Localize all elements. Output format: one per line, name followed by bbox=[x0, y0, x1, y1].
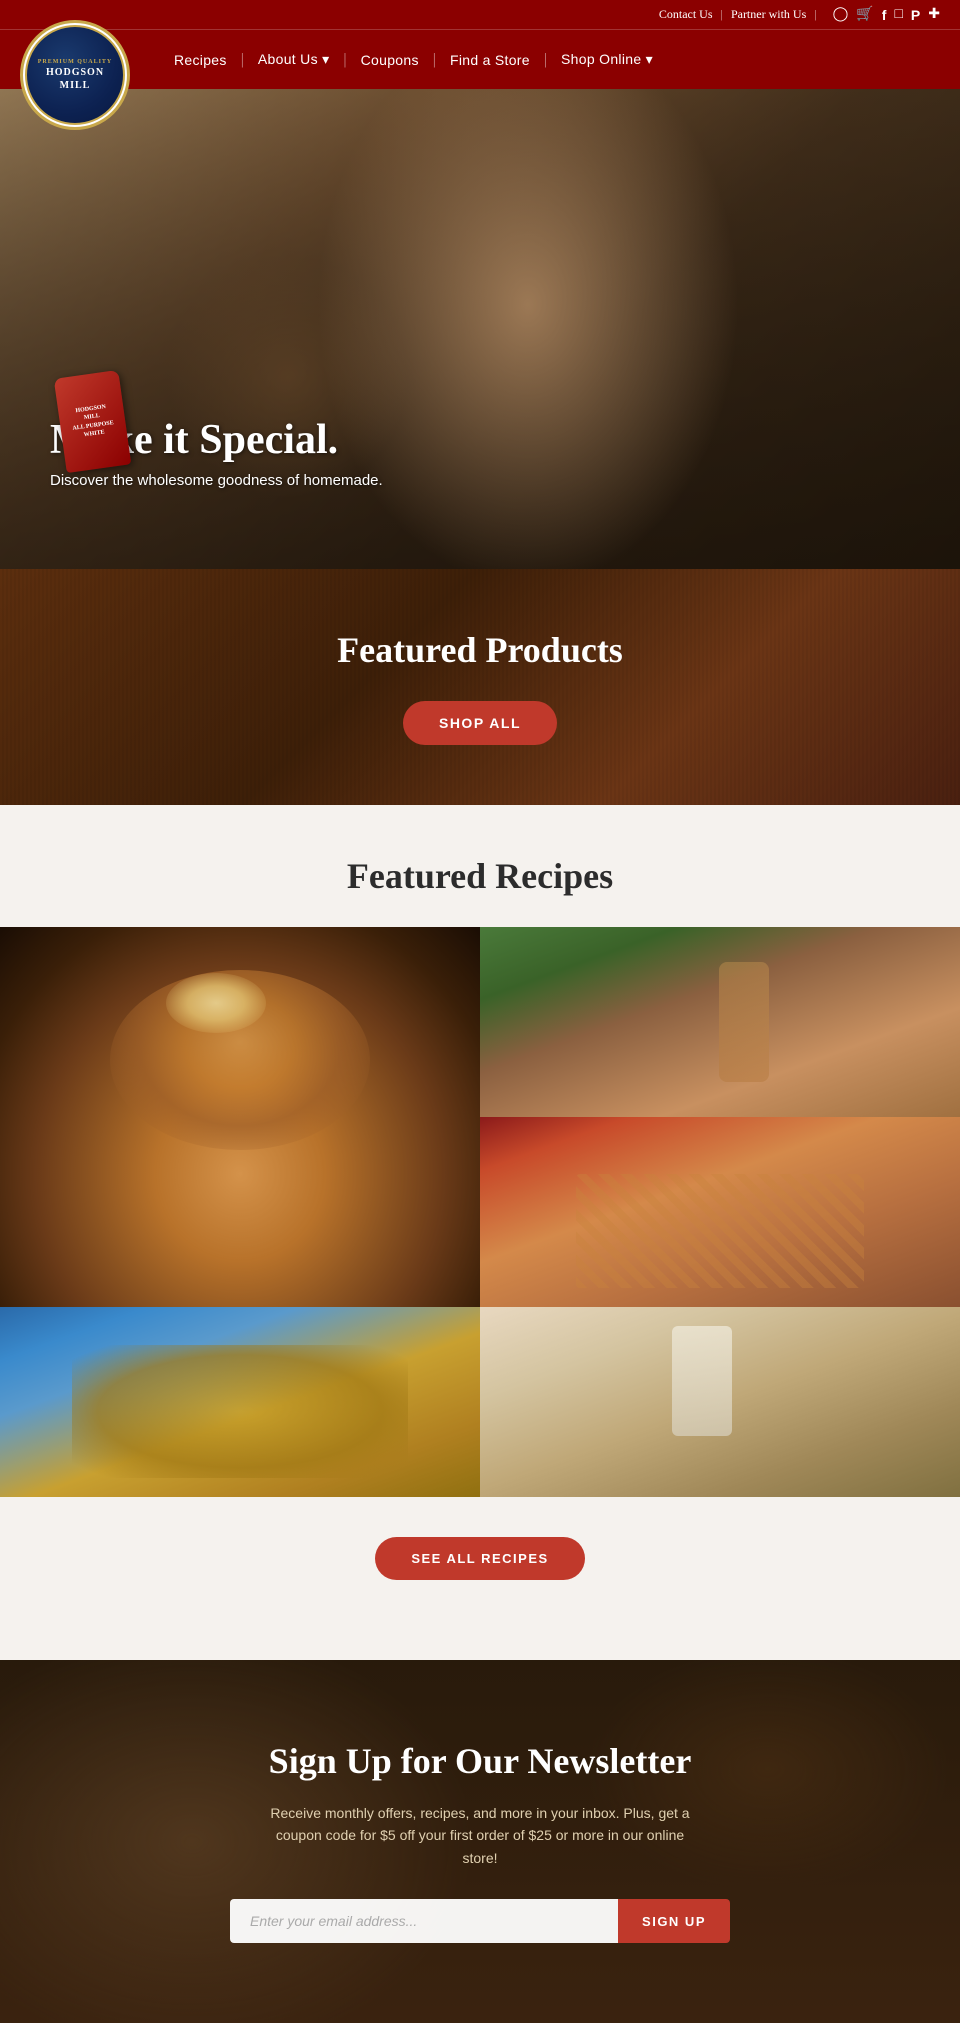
product-bag: HODGSONMILLALL PURPOSEWHITE bbox=[60, 374, 125, 469]
breadstick-pattern bbox=[576, 1174, 864, 1288]
twitter-icon[interactable]: ✚ bbox=[928, 6, 940, 23]
signup-button[interactable]: SIGN UP bbox=[618, 1899, 730, 1943]
account-icon[interactable]: ◯ bbox=[833, 6, 849, 23]
nav-link-store[interactable]: Find a Store bbox=[436, 52, 544, 68]
featured-recipes-section: Featured Recipes bbox=[0, 805, 960, 1660]
newsletter-body: Receive monthly offers, recipes, and mor… bbox=[270, 1802, 690, 1869]
cornbread-image bbox=[0, 1307, 480, 1497]
newsletter-heading: Sign Up for Our Newsletter bbox=[40, 1740, 920, 1782]
nav-item-coupons[interactable]: Coupons | bbox=[347, 51, 436, 69]
milk-image bbox=[480, 1307, 960, 1497]
facebook-icon[interactable]: f bbox=[882, 7, 887, 23]
recipe-thumb-breadstick[interactable] bbox=[480, 1117, 960, 1307]
see-all-recipes-wrap: SEE ALL RECIPES bbox=[0, 1537, 960, 1580]
nav-link-about[interactable]: About Us ▾ bbox=[244, 51, 344, 68]
sep2: | bbox=[814, 7, 816, 22]
nav-link-coupons[interactable]: Coupons bbox=[347, 52, 433, 68]
featured-products-heading: Featured Products bbox=[40, 629, 920, 671]
cornbread-shape bbox=[72, 1345, 408, 1478]
see-all-recipes-button[interactable]: SEE ALL RECIPES bbox=[375, 1537, 584, 1580]
hero-section: HODGSONMILLALL PURPOSEWHITE Make it Spec… bbox=[0, 89, 960, 569]
newsletter-section: Sign Up for Our Newsletter Receive month… bbox=[0, 1660, 960, 2023]
nav-item-about[interactable]: About Us ▾ | bbox=[244, 51, 347, 69]
breadstick-image bbox=[480, 1117, 960, 1307]
contact-us-link[interactable]: Contact Us bbox=[659, 7, 713, 22]
recipe-main-pancake[interactable] bbox=[0, 927, 480, 1307]
sep1: | bbox=[721, 7, 723, 22]
instagram-icon[interactable]: □ bbox=[894, 7, 902, 23]
nav-links: Recipes | About Us ▾ | Coupons | Find a … bbox=[160, 51, 667, 69]
smoothie-image bbox=[480, 927, 960, 1117]
nav-item-store[interactable]: Find a Store | bbox=[436, 51, 547, 69]
logo-brand2: MILL bbox=[60, 80, 91, 91]
top-bar: Contact Us | Partner with Us | ◯ 🛒 f □ P… bbox=[0, 0, 960, 29]
recipe-thumb-cornbread[interactable] bbox=[0, 1307, 480, 1497]
logo-top-text: PREMIUM QUALITY bbox=[38, 59, 113, 65]
hero-subtext: Discover the wholesome goodness of homem… bbox=[50, 472, 383, 489]
butter-pat bbox=[166, 973, 266, 1033]
newsletter-form: SIGN UP bbox=[230, 1899, 730, 1943]
glass-shape bbox=[719, 962, 769, 1082]
partner-with-us-link[interactable]: Partner with Us bbox=[731, 7, 806, 22]
email-input[interactable] bbox=[230, 1899, 618, 1943]
pinterest-icon[interactable]: P bbox=[911, 7, 920, 23]
social-icons: ◯ 🛒 f □ P ✚ bbox=[833, 6, 940, 23]
recipe-thumb-smoothie[interactable] bbox=[480, 927, 960, 1117]
cart-icon[interactable]: 🛒 bbox=[856, 6, 873, 23]
nav-item-shop[interactable]: Shop Online ▾ bbox=[547, 51, 667, 68]
bag-shape: HODGSONMILLALL PURPOSEWHITE bbox=[54, 370, 132, 473]
logo[interactable]: PREMIUM QUALITY HODGSON MILL bbox=[20, 20, 130, 130]
featured-recipes-heading: Featured Recipes bbox=[0, 855, 960, 897]
logo-inner: PREMIUM QUALITY HODGSON MILL bbox=[25, 25, 125, 125]
nav-link-shop[interactable]: Shop Online ▾ bbox=[547, 51, 667, 68]
nav-link-recipes[interactable]: Recipes bbox=[160, 52, 241, 68]
shop-all-button[interactable]: SHOP ALL bbox=[403, 701, 557, 745]
recipes-grid bbox=[0, 927, 960, 1497]
milk-glass bbox=[672, 1326, 732, 1436]
pancake-image bbox=[0, 927, 480, 1307]
featured-products-section: Featured Products SHOP ALL bbox=[0, 569, 960, 805]
logo-brand: HODGSON bbox=[46, 67, 104, 78]
nav-item-recipes[interactable]: Recipes | bbox=[160, 51, 244, 69]
main-nav: PREMIUM QUALITY HODGSON MILL Recipes | A… bbox=[0, 29, 960, 89]
hero-image bbox=[0, 89, 960, 569]
recipe-thumb-milk[interactable] bbox=[480, 1307, 960, 1497]
